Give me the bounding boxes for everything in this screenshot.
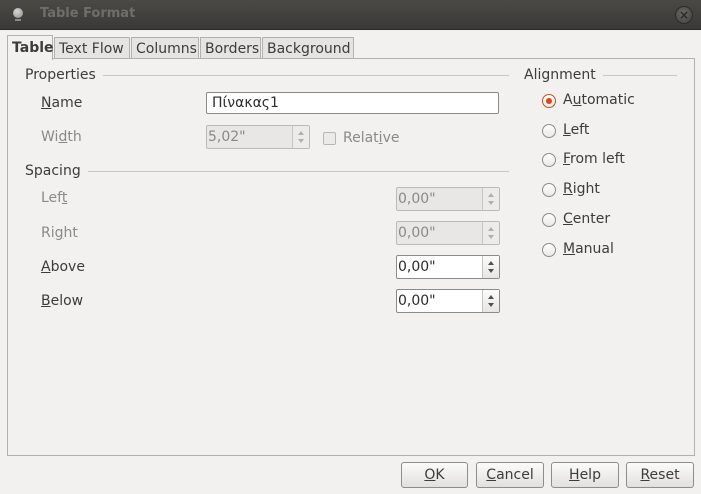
alignment-separator <box>603 75 677 76</box>
below-label: Below <box>41 293 84 309</box>
window-title: Table Format <box>40 6 136 21</box>
alignment-title: Alignment <box>524 67 596 83</box>
below-spinbox[interactable]: 0,00" <box>396 289 500 313</box>
left-value: 0,00" <box>398 191 436 207</box>
width-label: Width <box>41 129 82 145</box>
relative-checkbox[interactable] <box>323 132 336 145</box>
tab-columns[interactable]: Columns <box>131 37 199 59</box>
radio-center[interactable] <box>542 213 556 227</box>
relative-label: Relative <box>343 130 400 146</box>
above-label: Above <box>41 259 85 275</box>
spacing-title: Spacing <box>25 163 81 179</box>
tab-table[interactable]: Table <box>7 35 54 60</box>
radio-right[interactable] <box>542 183 556 197</box>
spin-up-icon <box>488 227 494 231</box>
button-bar: OK Cancel Help Reset <box>0 456 701 494</box>
properties-separator <box>103 75 509 76</box>
width-value: 5,02" <box>208 129 246 145</box>
center-label[interactable]: Center <box>563 211 610 227</box>
width-spinbox[interactable]: 5,02" <box>206 125 310 149</box>
left-spinbox[interactable]: 0,00" <box>396 187 500 211</box>
right-label: Right <box>41 225 78 241</box>
radio-left[interactable] <box>542 124 556 138</box>
right-spin-buttons[interactable] <box>482 222 499 244</box>
above-spin-buttons[interactable] <box>482 256 499 278</box>
left-spin-buttons[interactable] <box>482 188 499 210</box>
from-left-label[interactable]: From left <box>563 151 625 167</box>
right-spinbox[interactable]: 0,00" <box>396 221 500 245</box>
spacing-separator <box>88 171 509 172</box>
width-spin-buttons[interactable] <box>292 126 309 148</box>
below-value: 0,00" <box>398 293 436 309</box>
radio-automatic[interactable] <box>542 94 556 108</box>
manual-label[interactable]: Manual <box>563 241 614 257</box>
properties-title: Properties <box>25 67 96 83</box>
spin-down-icon <box>488 201 494 205</box>
tab-borders[interactable]: Borders <box>200 37 261 59</box>
spin-up-icon <box>298 131 304 135</box>
spin-down-icon <box>298 139 304 143</box>
ok-button[interactable]: OK <box>401 462 468 488</box>
radio-from-left[interactable] <box>542 153 556 167</box>
spin-down-icon <box>488 303 494 307</box>
left-label: Left <box>41 190 68 206</box>
title-bar: Table Format × <box>0 0 701 30</box>
cancel-button[interactable]: Cancel <box>476 462 544 488</box>
below-spin-buttons[interactable] <box>482 290 499 312</box>
spin-up-icon <box>488 261 494 265</box>
right-alignment-label[interactable]: Right <box>563 181 600 197</box>
close-icon[interactable]: × <box>675 6 693 24</box>
spin-up-icon <box>488 295 494 299</box>
window-menu-icon[interactable] <box>13 8 23 21</box>
right-value: 0,00" <box>398 225 436 241</box>
name-label: Name <box>41 95 83 111</box>
help-button[interactable]: Help <box>551 462 619 488</box>
above-spinbox[interactable]: 0,00" <box>396 255 500 279</box>
tab-background[interactable]: Background <box>262 37 354 59</box>
automatic-label[interactable]: Automatic <box>563 92 635 108</box>
table-tab-panel: Properties Name Πίνακας1 Width 5,02" Rel… <box>7 58 695 456</box>
spin-down-icon <box>488 235 494 239</box>
name-field[interactable]: Πίνακας1 <box>206 92 499 114</box>
spin-up-icon <box>488 193 494 197</box>
tab-text-flow[interactable]: Text Flow <box>54 37 130 59</box>
left-alignment-label[interactable]: Left <box>563 122 589 138</box>
above-value: 0,00" <box>398 259 436 275</box>
radio-manual[interactable] <box>542 243 556 257</box>
reset-button[interactable]: Reset <box>626 462 694 488</box>
spin-down-icon <box>488 269 494 273</box>
